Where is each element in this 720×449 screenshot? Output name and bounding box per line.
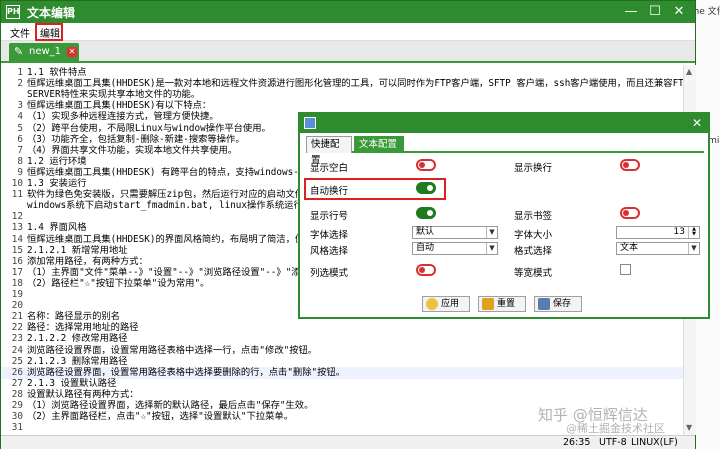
toggle-auto-wrap[interactable] xyxy=(416,182,436,194)
tab-new-1[interactable]: ✎ new_1 ✕ xyxy=(9,43,79,61)
label-show-bookmark: 显示书签 xyxy=(514,211,553,222)
window-title: 文本编辑 xyxy=(27,6,76,20)
spin-arrows-icon[interactable]: ▲ ▼ xyxy=(688,227,699,238)
settings-dialog: ✕ 快捷配置 文本配置 显示空白 显示换行 自动换行 显示行号 显示书签 字体选… xyxy=(298,112,710,319)
tab-label: new_1 xyxy=(29,46,62,57)
dialog-title-bar[interactable]: ✕ xyxy=(300,114,708,133)
font-select-value: 默认 xyxy=(416,227,435,237)
checkbox-monospace-mode[interactable] xyxy=(620,264,631,275)
font-size-stepper[interactable]: 13 ▲ ▼ xyxy=(616,226,700,239)
label-show-whitespace: 显示空白 xyxy=(310,163,349,174)
dialog-icon xyxy=(304,117,316,129)
menu-file[interactable]: 文件 xyxy=(7,25,33,40)
label-style-select: 风格选择 xyxy=(310,246,349,257)
label-auto-wrap: 自动换行 xyxy=(310,186,349,197)
label-show-linebreak: 显示换行 xyxy=(514,163,553,174)
label-format-select: 格式选择 xyxy=(514,246,553,257)
close-icon[interactable]: ✕ xyxy=(667,2,691,22)
label-monospace-mode: 等宽模式 xyxy=(514,268,553,279)
tab-quick-config[interactable]: 快捷配置 xyxy=(306,136,352,166)
format-select-value: 文本 xyxy=(620,243,639,253)
encoding-label[interactable]: UTF-8 xyxy=(599,437,627,448)
style-select[interactable]: 自动 ▼ xyxy=(412,242,498,255)
scroll-up-icon[interactable]: ▲ xyxy=(686,67,692,76)
chevron-down-icon: ▼ xyxy=(688,243,699,254)
save-icon xyxy=(538,298,550,310)
apply-label: 应用 xyxy=(441,299,460,309)
toggle-show-linenum[interactable] xyxy=(416,207,436,219)
tab-bar: ✎ new_1 ✕ xyxy=(1,41,695,63)
label-font-select: 字体选择 xyxy=(310,230,349,241)
menu-bar: 文件 编辑 xyxy=(1,23,695,41)
toggle-show-linebreak[interactable] xyxy=(620,159,640,171)
style-select-value: 自动 xyxy=(416,243,435,253)
dialog-tabs: 快捷配置 文本配置 xyxy=(306,136,704,166)
toggle-show-whitespace[interactable] xyxy=(416,159,436,171)
label-font-size: 字体大小 xyxy=(514,230,553,241)
font-select[interactable]: 默认 ▼ xyxy=(412,226,498,239)
chevron-down-icon: ▼ xyxy=(486,227,497,238)
eol-label[interactable]: LINUX(LF) xyxy=(631,437,678,448)
maximize-icon[interactable]: ☐ xyxy=(643,2,667,22)
line-number: 31 xyxy=(11,422,23,434)
label-show-linenum: 显示行号 xyxy=(310,211,349,222)
pencil-icon: ✎ xyxy=(14,45,24,58)
undo-icon xyxy=(482,298,494,310)
tab-text-config[interactable]: 文本配置 xyxy=(354,136,404,153)
cursor-position: 26:35 xyxy=(563,437,591,448)
scroll-down-icon[interactable]: ▼ xyxy=(686,423,692,432)
apply-button[interactable]: 应用 xyxy=(422,296,470,312)
label-column-mode: 列选模式 xyxy=(310,268,349,279)
status-bar: 26:35 UTF-8 LINUX(LF) xyxy=(1,435,695,449)
watermark: @稀土掘金技术社区 xyxy=(566,422,665,435)
format-select[interactable]: 文本 ▼ xyxy=(616,242,700,255)
toggle-column-mode[interactable] xyxy=(416,264,436,276)
reset-label: 重置 xyxy=(497,299,516,309)
title-bar[interactable]: PH 文本编辑 — ☐ ✕ xyxy=(1,1,695,23)
reset-button[interactable]: 重置 xyxy=(478,296,526,312)
save-button[interactable]: 保存 xyxy=(534,296,582,312)
chevron-down-icon: ▼ xyxy=(486,243,497,254)
app-icon: PH xyxy=(6,5,20,19)
close-tab-icon[interactable]: ✕ xyxy=(67,47,77,57)
minimize-icon[interactable]: — xyxy=(619,2,643,22)
dialog-close-icon[interactable]: ✕ xyxy=(692,114,702,133)
highlight-box xyxy=(35,23,63,41)
toggle-show-bookmark[interactable] xyxy=(620,207,640,219)
save-label: 保存 xyxy=(553,299,572,309)
check-icon xyxy=(426,298,438,310)
font-size-value: 13 xyxy=(673,227,685,237)
